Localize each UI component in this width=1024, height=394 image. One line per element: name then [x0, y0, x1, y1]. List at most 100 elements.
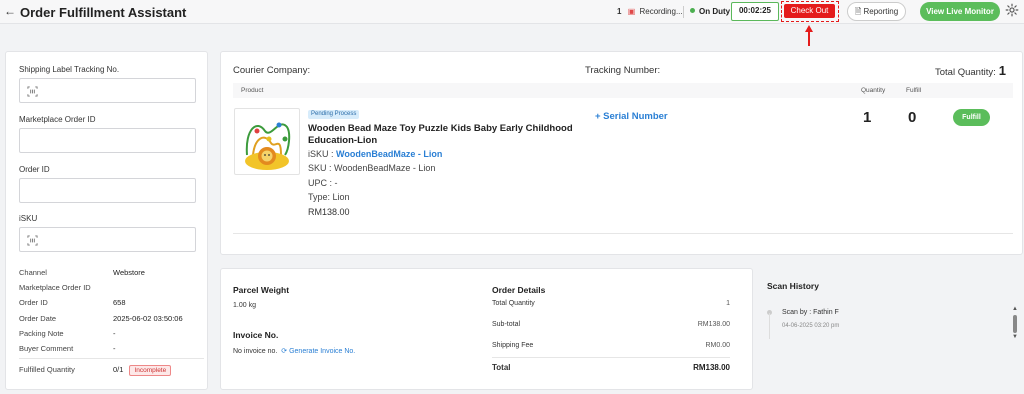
checkout-highlight: Check Out: [781, 1, 839, 22]
scrollbar[interactable]: ▲ ▼: [1011, 306, 1019, 344]
total-quantity-value: 1: [998, 63, 1006, 78]
isku-input[interactable]: [19, 227, 196, 252]
view-live-monitor-button[interactable]: View Live Monitor: [920, 2, 1000, 21]
camera-icon: ▣: [627, 7, 636, 16]
order-items-panel: Courier Company: Tracking Number: Total …: [220, 51, 1023, 255]
scan-input-panel: Shipping Label Tracking No. Marketplace …: [5, 51, 208, 390]
field-label: Shipping Label Tracking No.: [19, 65, 120, 74]
product-upc: UPC : -: [308, 178, 338, 188]
scan-history-time: 04-06-2025 03:20 pm: [782, 323, 840, 329]
column-header-quantity: Quantity: [861, 87, 886, 94]
info-value: 2025-06-02 03:50:06: [113, 314, 183, 323]
barcode-scan-icon: [27, 86, 38, 97]
bead-maze-toy-image: [245, 122, 291, 170]
tracking-label: Tracking Number:: [585, 65, 661, 76]
column-header-fulfill: Fulfill: [906, 87, 922, 94]
order-detail-row: Total Quantity 1: [492, 300, 730, 307]
item-quantity: 1: [863, 109, 872, 126]
order-total-row: Total RM138.00: [492, 363, 730, 372]
annotation-arrow-icon: [805, 25, 813, 46]
gear-icon[interactable]: [1005, 3, 1019, 17]
duty-label: On Duty: [699, 7, 731, 16]
top-bar: ← Order Fulfillment Assistant 1 ▣ Record…: [0, 0, 1024, 24]
isku-link[interactable]: WoodenBeadMaze - Lion: [336, 149, 442, 159]
refresh-icon: ⟳: [281, 348, 288, 355]
page-title: Order Fulfillment Assistant: [20, 5, 187, 20]
order-detail-key: Sub-total: [492, 321, 521, 328]
shipping-tracking-input[interactable]: [19, 78, 196, 103]
order-details-label: Order Details: [492, 285, 546, 295]
product-type: Type: Lion: [308, 192, 350, 202]
order-detail-row: Sub-total RM138.00: [492, 321, 730, 328]
info-value: 0/1 Incomplete: [113, 365, 172, 376]
product-isku: iSKU : WoodenBeadMaze - Lion: [308, 149, 442, 159]
barcode-scan-icon: [27, 235, 38, 246]
info-key: Buyer Comment: [19, 344, 74, 353]
product-image: [234, 108, 300, 175]
total-quantity-label: Total Quantity:: [935, 67, 996, 78]
divider: [683, 6, 684, 18]
product-title: Wooden Bead Maze Toy Puzzle Kids Baby Ea…: [308, 123, 573, 146]
status-badge: Incomplete: [129, 365, 172, 376]
parcel-weight-label: Parcel Weight: [233, 285, 290, 295]
add-serial-number-link[interactable]: + Serial Number: [595, 111, 668, 122]
order-detail-value: 1: [726, 300, 730, 307]
info-key: Order ID: [19, 298, 48, 307]
recording-indicator: 1 ▣ Recording...: [617, 7, 683, 16]
order-summary-panel: Parcel Weight 1.00 kg Invoice No. No inv…: [220, 268, 753, 390]
scan-history-entry: Scan by : Fathin F: [782, 309, 839, 316]
field-label: Order ID: [19, 165, 50, 174]
info-key: Order Date: [19, 314, 57, 323]
info-key: Packing Note: [19, 329, 64, 338]
recording-label: Recording...: [639, 7, 683, 16]
generate-invoice-link[interactable]: ⟳ Generate Invoice No.: [279, 348, 355, 355]
info-value: 658: [113, 298, 126, 307]
total-quantity: Total Quantity: 1: [935, 63, 1006, 78]
parcel-weight-value: 1.00 kg: [233, 302, 256, 309]
status-dot-icon: [690, 8, 695, 13]
fulfilled-count: 0/1: [113, 365, 124, 374]
scroll-down-icon[interactable]: ▼: [1012, 334, 1018, 340]
invoice-value: No invoice no. ⟳ Generate Invoice No.: [233, 347, 355, 355]
divider: [492, 357, 730, 358]
order-detail-value: RM138.00: [697, 321, 730, 328]
order-detail-row: Shipping Fee RM0.00: [492, 342, 730, 349]
product-price: RM138.00: [308, 207, 350, 217]
status-badge: Pending Process: [308, 110, 360, 119]
fulfill-button[interactable]: Fulfill: [953, 109, 990, 126]
back-arrow-icon[interactable]: ←: [4, 4, 16, 18]
marketplace-order-id-input[interactable]: [19, 128, 196, 153]
order-detail-key: Shipping Fee: [492, 342, 534, 349]
order-detail-key: Total Quantity: [492, 300, 535, 307]
table-header: Product Quantity Fulfill: [233, 83, 1013, 98]
document-icon: 🗎: [854, 7, 862, 16]
order-total-label: Total: [492, 363, 511, 372]
info-value: Webstore: [113, 268, 145, 277]
divider: [19, 358, 204, 359]
column-header-product: Product: [241, 87, 264, 94]
order-detail-value: RM0.00: [705, 342, 730, 349]
field-label: iSKU: [19, 214, 38, 223]
field-label: Marketplace Order ID: [19, 115, 96, 124]
order-id-input[interactable]: [19, 178, 196, 203]
reporting-label: Reporting: [863, 7, 899, 16]
isku-label: iSKU :: [308, 149, 337, 159]
reporting-button[interactable]: 🗎 Reporting: [847, 2, 906, 21]
duty-status: On Duty: [690, 7, 730, 16]
scrollbar-thumb[interactable]: [1013, 315, 1017, 333]
order-total-value: RM138.00: [693, 363, 730, 372]
info-value: -: [113, 344, 116, 353]
item-fulfilled: 0: [908, 109, 917, 126]
generate-invoice-label: Generate Invoice No.: [289, 348, 356, 355]
scroll-up-icon[interactable]: ▲: [1012, 306, 1018, 312]
product-sku: SKU : WoodenBeadMaze - Lion: [308, 163, 436, 173]
duty-timer: 00:02:25: [731, 2, 779, 21]
check-out-button[interactable]: Check Out: [784, 4, 835, 18]
invoice-number: No invoice no.: [233, 348, 278, 355]
recording-count: 1: [617, 7, 622, 16]
info-key: Channel: [19, 268, 47, 277]
timeline-line: [769, 313, 770, 339]
info-value: -: [113, 329, 116, 338]
scan-history-title: Scan History: [767, 281, 819, 291]
divider: [233, 233, 1013, 234]
